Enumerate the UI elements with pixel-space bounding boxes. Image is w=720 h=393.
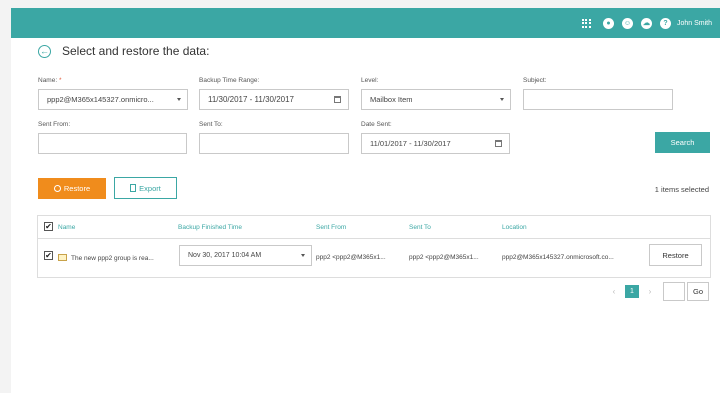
table-header: ✔ Name Backup Finished Time Sent From Se… [38,216,710,239]
backup-time-select[interactable]: Nov 30, 2017 10:04 AM [179,245,312,266]
prev-page-button[interactable]: ‹ [609,287,619,296]
name-label: Name: * [38,77,62,84]
page-title: Select and restore the data: [62,44,210,58]
date-sent-value: 11/01/2017 - 11/30/2017 [370,139,451,148]
column-header-name[interactable]: Name [58,224,75,231]
select-all-checkbox[interactable]: ✔ [44,222,53,231]
sent-from-input[interactable] [38,133,187,154]
backup-time-range-input[interactable]: 11/30/2017 - 11/30/2017 [199,89,349,110]
search-button[interactable]: Search [655,132,710,153]
column-header-backup-time[interactable]: Backup Finished Time [178,224,242,231]
page-header: ← Select and restore the data: [38,44,209,58]
go-button[interactable]: Go [687,282,709,301]
subject-field-group: Subject: [523,77,673,110]
chevron-down-icon [301,254,305,257]
sent-from-field-group: Sent From: [38,121,187,154]
restore-button[interactable]: Restore [38,178,106,199]
name-field-group: Name: * ppp2@M365x145327.onmicro... [38,77,188,110]
help-icon[interactable]: ? [659,17,671,29]
column-header-sent-to[interactable]: Sent To [409,224,431,231]
top-bar: ● ☺ ☁ ? John Smith [11,8,720,38]
top-bar-icons: ● ☺ ☁ ? John Smith [581,8,712,38]
cloud-icon[interactable]: ☁ [640,17,652,29]
backup-time-value: Nov 30, 2017 10:04 AM [188,252,262,259]
smile-icon[interactable]: ☺ [621,17,633,29]
chevron-down-icon [500,98,504,101]
row-sent-from: ppp2 <ppp2@M365x1... [316,254,386,261]
pagination: ‹ 1 › Go [609,282,709,301]
page-number-input[interactable] [663,282,685,301]
level-field-group: Level: Mailbox Item [361,77,511,110]
notification-icon[interactable]: ● [602,17,614,29]
sent-from-label: Sent From: [38,121,71,128]
table-row[interactable]: ✔ The new ppp2 group is rea... Nov 30, 2… [38,239,710,277]
date-sent-input[interactable]: 11/01/2017 - 11/30/2017 [361,133,510,154]
sent-to-field-group: Sent To: [199,121,349,154]
backup-time-range-group: Backup Time Range: 11/30/2017 - 11/30/20… [199,77,349,110]
export-icon [130,184,137,192]
name-select-value: ppp2@M365x145327.onmicro... [47,95,154,104]
column-header-location[interactable]: Location [502,224,527,231]
calendar-icon[interactable] [495,140,502,147]
mail-item-icon [58,254,67,261]
chevron-down-icon [177,98,181,101]
row-sent-to: ppp2 <ppp2@M365x1... [409,254,479,261]
row-location: ppp2@M365x145327.onmicrosoft.co... [502,254,614,261]
level-select-value: Mailbox Item [370,95,413,104]
results-table: ✔ Name Backup Finished Time Sent From Se… [37,215,711,278]
selected-count: 1 items selected [654,185,709,194]
user-name[interactable]: John Smith [677,20,712,27]
level-label: Level: [361,77,379,84]
subject-input[interactable] [523,89,673,110]
name-select[interactable]: ppp2@M365x145327.onmicro... [38,89,188,110]
backup-time-range-label: Backup Time Range: [199,77,260,84]
row-restore-button[interactable]: Restore [649,244,702,266]
restore-button-label: Restore [63,184,91,193]
apps-grid-icon[interactable] [581,18,591,28]
export-button-label: Export [139,183,161,193]
column-header-sent-from[interactable]: Sent From [316,224,346,231]
date-sent-label: Date Sent: [361,121,392,128]
export-button[interactable]: Export [114,177,177,199]
row-checkbox[interactable]: ✔ [44,251,53,260]
subject-label: Subject: [523,77,547,84]
main-panel: ← Select and restore the data: Name: * p… [11,38,720,393]
sent-to-label: Sent To: [199,121,223,128]
back-arrow-icon[interactable]: ← [38,44,51,58]
row-name: The new ppp2 group is rea... [71,255,154,262]
page-number-current[interactable]: 1 [625,285,639,298]
calendar-icon[interactable] [334,96,341,103]
sent-to-input[interactable] [199,133,349,154]
restore-icon [53,185,61,192]
next-page-button[interactable]: › [645,287,655,296]
date-sent-field-group: Date Sent: 11/01/2017 - 11/30/2017 [361,121,510,154]
level-select[interactable]: Mailbox Item [361,89,511,110]
backup-time-range-value: 11/30/2017 - 11/30/2017 [208,95,294,104]
row-name-cell: The new ppp2 group is rea... [58,254,154,262]
